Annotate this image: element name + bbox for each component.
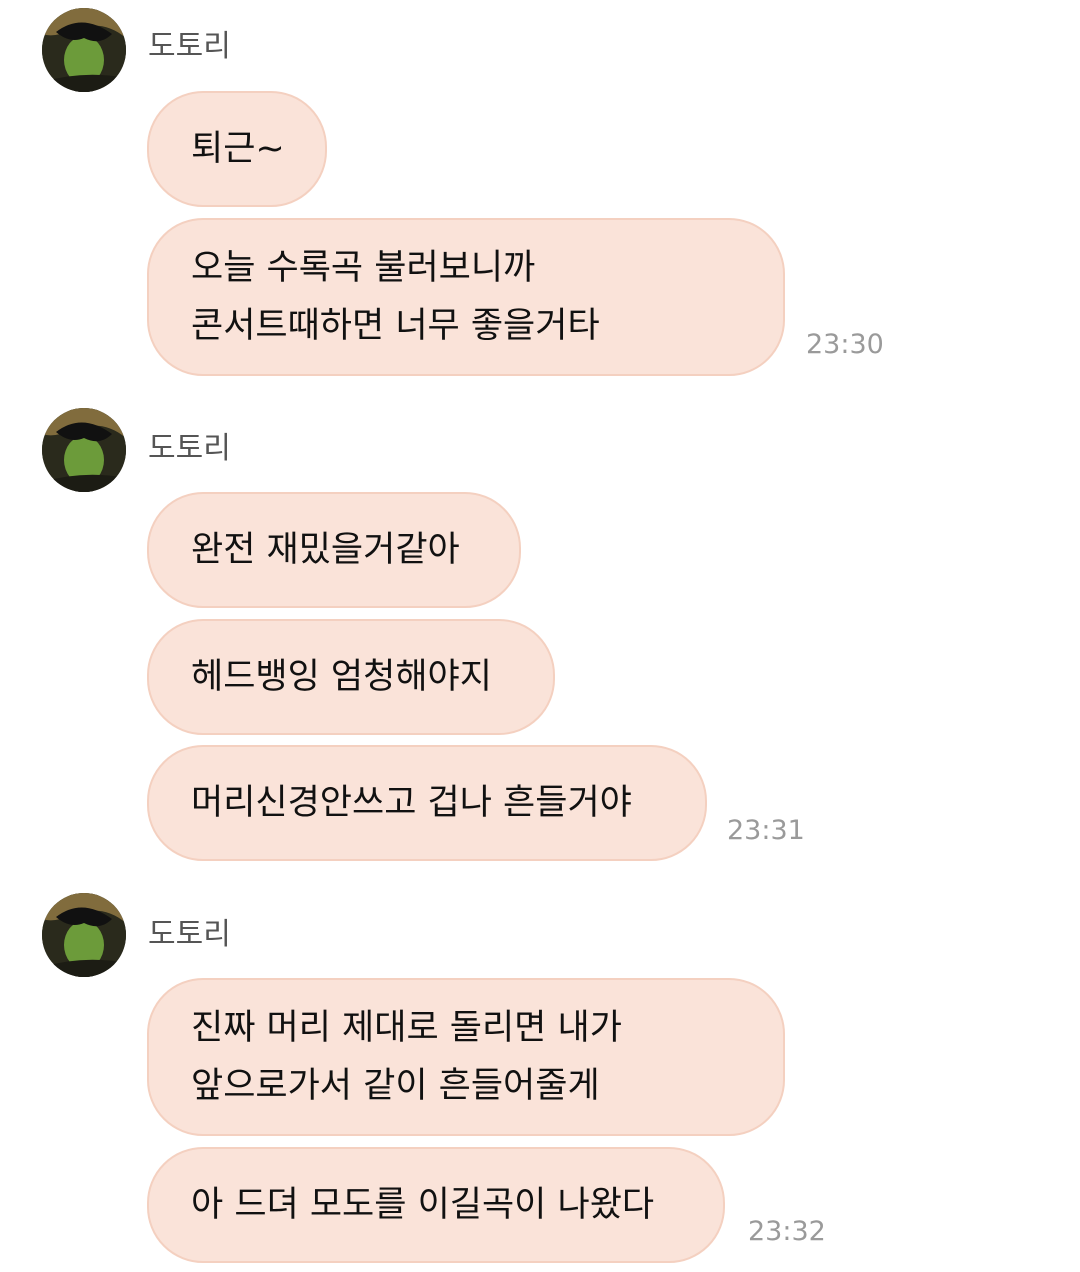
message-text: 앞으로가서 같이 흔들어줄게 — [191, 1066, 600, 1106]
message-bubble[interactable]: 아 드뎌 모도를 이길곡이 나왔다 — [147, 1147, 725, 1263]
message-bubble[interactable]: 머리신경안쓰고 겁나 흔들거야 — [147, 745, 707, 861]
message-text: 콘서트때하면 너무 좋을거타 — [191, 306, 600, 346]
message-text: 완전 재밌을거같아 — [191, 530, 460, 570]
message-bubble[interactable]: 헤드뱅잉 엄청해야지 — [147, 619, 555, 735]
message-timestamp: 23:32 — [748, 1216, 826, 1247]
sender-name: 도토리 — [148, 431, 231, 466]
message-bubble[interactable]: 완전 재밌을거같아 — [147, 492, 521, 608]
message-bubble[interactable]: 진짜 머리 제대로 돌리면 내가 앞으로가서 같이 흔들어줄게 — [147, 978, 785, 1136]
message-text: 머리신경안쓰고 겁나 흔들거야 — [191, 783, 632, 823]
message-timestamp: 23:30 — [806, 329, 884, 360]
avatar-photo-icon — [42, 893, 126, 977]
message-bubble[interactable]: 오늘 수록곡 불러보니까 콘서트때하면 너무 좋을거타 — [147, 218, 785, 376]
sender-name: 도토리 — [148, 917, 231, 952]
message-bubble[interactable]: 퇴근~ — [147, 91, 327, 207]
profile-avatar[interactable] — [42, 893, 126, 977]
message-text: 아 드뎌 모도를 이길곡이 나왔다 — [191, 1185, 655, 1225]
profile-avatar[interactable] — [42, 8, 126, 92]
avatar-photo-icon — [42, 8, 126, 92]
message-text: 오늘 수록곡 불러보니까 — [191, 248, 536, 288]
message-text: 퇴근~ — [191, 129, 285, 169]
message-timestamp: 23:31 — [727, 815, 805, 846]
profile-avatar[interactable] — [42, 408, 126, 492]
avatar-photo-icon — [42, 408, 126, 492]
message-text: 헤드뱅잉 엄청해야지 — [191, 657, 492, 697]
sender-name: 도토리 — [148, 29, 231, 64]
message-text: 진짜 머리 제대로 돌리면 내가 — [191, 1008, 622, 1048]
